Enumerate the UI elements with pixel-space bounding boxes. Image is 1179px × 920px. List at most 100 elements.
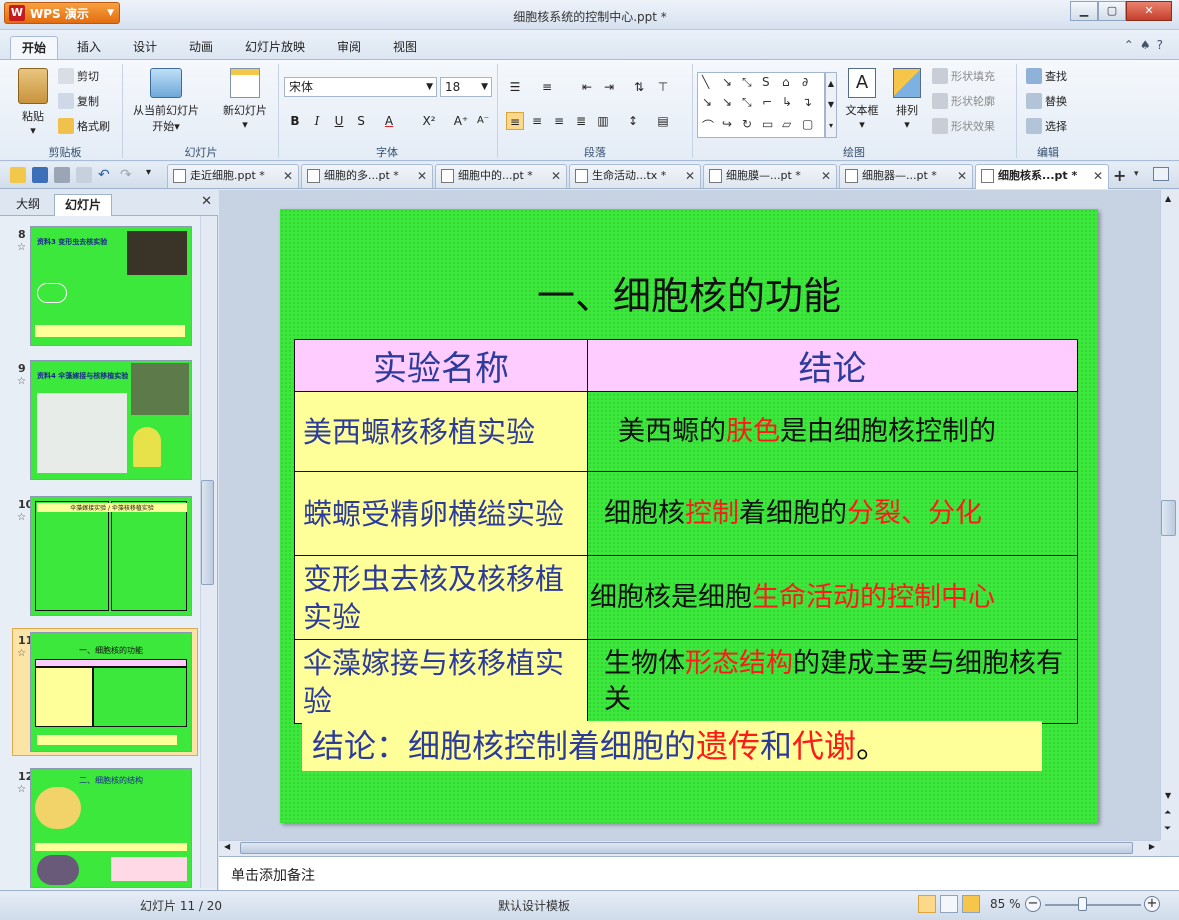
bold-button[interactable]: B [286, 112, 304, 130]
increase-font-button[interactable]: A⁺ [452, 112, 470, 130]
new-slide-button[interactable]: 新幻灯片 ▾ [216, 68, 274, 131]
slides-panel-scroll-thumb[interactable] [201, 480, 214, 585]
arrange-button[interactable]: 排列 ▾ [888, 68, 926, 131]
normal-view-icon[interactable] [918, 895, 936, 913]
main-vertical-scroll-thumb[interactable] [1161, 500, 1176, 536]
curved-arrow-icon[interactable]: ↪ [722, 117, 732, 131]
close-panel-icon[interactable]: ✕ [201, 194, 212, 209]
close-tab-icon[interactable]: ✕ [1093, 165, 1103, 187]
arrow-shape-icon[interactable]: ↘ [722, 75, 732, 89]
scroll-up-icon[interactable]: ▲ [1165, 194, 1171, 203]
save-icon[interactable] [32, 167, 48, 183]
tab-home[interactable]: 开始 [10, 36, 59, 60]
slide-sorter-icon[interactable] [940, 895, 958, 913]
zoom-slider-knob[interactable] [1078, 897, 1087, 911]
close-tab-icon[interactable]: ✕ [551, 165, 561, 187]
parallelogram-shape-icon[interactable]: ▱ [782, 117, 791, 131]
zoom-out-icon[interactable]: − [1025, 896, 1041, 912]
next-slide-icon[interactable]: ⏷ [1164, 824, 1171, 834]
tab-slideshow[interactable]: 幻灯片放映 [234, 36, 316, 60]
doc-tab[interactable]: 细胞膜—...pt * ✕ [703, 164, 837, 188]
increase-indent-button[interactable]: ⇥ [600, 78, 618, 96]
curve-shape-icon[interactable]: S [762, 75, 770, 89]
slide-thumbnail[interactable]: 二、细胞核的结构 [30, 768, 192, 888]
customize-toolbar-icon[interactable]: ▾ [146, 167, 162, 183]
print-preview-icon[interactable] [76, 167, 92, 183]
tab-outline[interactable]: 大纲 [6, 194, 50, 216]
textbox-button[interactable]: A 文本框 ▾ [842, 68, 882, 131]
elbow-arrow-icon[interactable]: ↘ [722, 95, 732, 109]
slide-thumbnail[interactable]: 资料4 伞藻嫁接与核移植实验 [30, 360, 192, 480]
skin-icon[interactable]: ♠ [1140, 38, 1157, 52]
doc-tab[interactable]: 细胞器—...pt * ✕ [839, 164, 973, 188]
slide-title[interactable]: 一、细胞核的功能 [280, 265, 1098, 320]
experiment-table[interactable]: 实验名称 结论 美西螈核移植实验 美西螈的肤色是由细胞核控制的 蝾螈受精卵横缢实… [294, 339, 1078, 724]
help-icon[interactable]: ? [1157, 38, 1169, 52]
design-template-label[interactable]: 默认设计模板 [498, 897, 570, 914]
doc-tab-active[interactable]: 细胞核系...pt * ✕ [975, 164, 1109, 189]
freeform-shape-icon[interactable]: ⌂ [782, 75, 790, 89]
doc-tab[interactable]: 细胞的多...pt * ✕ [301, 164, 433, 188]
zoom-in-icon[interactable]: + [1144, 896, 1160, 912]
close-tab-icon[interactable]: ✕ [685, 165, 695, 187]
double-arrow-shape-icon[interactable]: ⤡ [742, 75, 752, 90]
minimize-button[interactable]: ▁ [1070, 1, 1098, 21]
curved-double-arrow-icon[interactable]: ↻ [742, 117, 752, 131]
scribble-shape-icon[interactable]: ∂ [802, 75, 808, 89]
shape-effect-button[interactable]: 形状效果 [932, 118, 995, 134]
new-tab-icon[interactable]: + [1113, 166, 1126, 185]
rectangle-shape-icon[interactable]: ▭ [762, 117, 773, 131]
step-arrow-icon[interactable]: ↳ [782, 95, 792, 109]
rounded-rect-shape-icon[interactable]: ▢ [802, 117, 813, 131]
slide-canvas[interactable]: 一、细胞核的功能 实验名称 结论 美西螈核移植实验 美西螈的肤色是由细胞核控制的… [280, 209, 1098, 823]
copy-button[interactable]: 复制 [58, 93, 99, 109]
decrease-font-button[interactable]: A⁻ [474, 112, 492, 130]
zoom-slider-track[interactable] [1045, 904, 1141, 906]
tab-animation[interactable]: 动画 [178, 36, 224, 60]
close-tab-icon[interactable]: ✕ [283, 165, 293, 187]
font-color-button[interactable]: A [380, 112, 398, 130]
align-left-button[interactable]: ≡ [506, 112, 524, 130]
shape-gallery[interactable]: ╲ ↘ ⤡ S ⌂ ∂ ↘ ↘ ⤡ ⌐ ↳ ↴ ⌒ ↪ ↻ ▭ ▱ ▢ [697, 72, 825, 138]
restore-doc-icon[interactable] [1153, 167, 1169, 181]
tab-design[interactable]: 设计 [122, 36, 168, 60]
format-painter-button[interactable]: 格式刷 [58, 118, 110, 134]
shadow-button[interactable]: S [352, 112, 370, 130]
scroll-left-icon[interactable]: ◀ [224, 842, 230, 851]
scroll-right-icon[interactable]: ▶ [1149, 842, 1155, 851]
play-from-current-button[interactable]: 从当前幻灯片 开始▾ [128, 68, 204, 134]
elbow-double-arrow-icon[interactable]: ⤡ [742, 95, 752, 110]
doc-tab[interactable]: 走近细胞.ppt * ✕ [167, 164, 299, 188]
underline-button[interactable]: U [330, 112, 348, 130]
justify-button[interactable]: ≣ [572, 112, 590, 130]
menu-right-controls[interactable]: ⌃♠? [1124, 38, 1169, 52]
numbering-button[interactable]: ≡ [538, 78, 556, 96]
open-icon[interactable] [10, 167, 26, 183]
notes-pane[interactable]: 单击添加备注 [219, 856, 1179, 890]
tab-review[interactable]: 审阅 [326, 36, 372, 60]
close-tab-icon[interactable]: ✕ [957, 165, 967, 187]
undo-icon[interactable]: ↶ [98, 167, 114, 183]
redo-icon[interactable]: ↷ [120, 167, 136, 183]
doc-tab[interactable]: 生命活动...tx * ✕ [569, 164, 701, 188]
find-button[interactable]: 查找 [1026, 68, 1067, 84]
slide-thumbnail[interactable]: 资料3 变形虫去核实验 [30, 226, 192, 346]
select-button[interactable]: 选择 [1026, 118, 1067, 134]
tab-list-icon[interactable]: ▾ [1134, 169, 1139, 179]
print-icon[interactable] [54, 167, 70, 183]
shape-gallery-scroll[interactable]: ▲ ▼ ▾ [825, 72, 837, 138]
main-horizontal-scroll-thumb[interactable] [240, 842, 1133, 854]
tab-slides[interactable]: 幻灯片 [54, 194, 113, 216]
replace-button[interactable]: 替换 [1026, 93, 1067, 109]
decrease-indent-button[interactable]: ⇤ [578, 78, 596, 96]
collapse-ribbon-icon[interactable]: ⌃ [1124, 38, 1140, 52]
curved-connector-icon[interactable]: ⌒ [702, 117, 714, 134]
bullets-button[interactable]: ☰ [506, 78, 524, 96]
scroll-down-icon[interactable]: ▼ [1165, 791, 1171, 800]
doc-tab[interactable]: 细胞中的...pt * ✕ [435, 164, 567, 188]
align-text-button[interactable]: ⊤ [654, 78, 672, 96]
step-connector-icon[interactable]: ⌐ [762, 95, 772, 109]
close-tab-icon[interactable]: ✕ [417, 165, 427, 187]
text-direction-button[interactable]: ⇅ [630, 78, 648, 96]
line-spacing-button[interactable]: ↕ [624, 112, 642, 130]
